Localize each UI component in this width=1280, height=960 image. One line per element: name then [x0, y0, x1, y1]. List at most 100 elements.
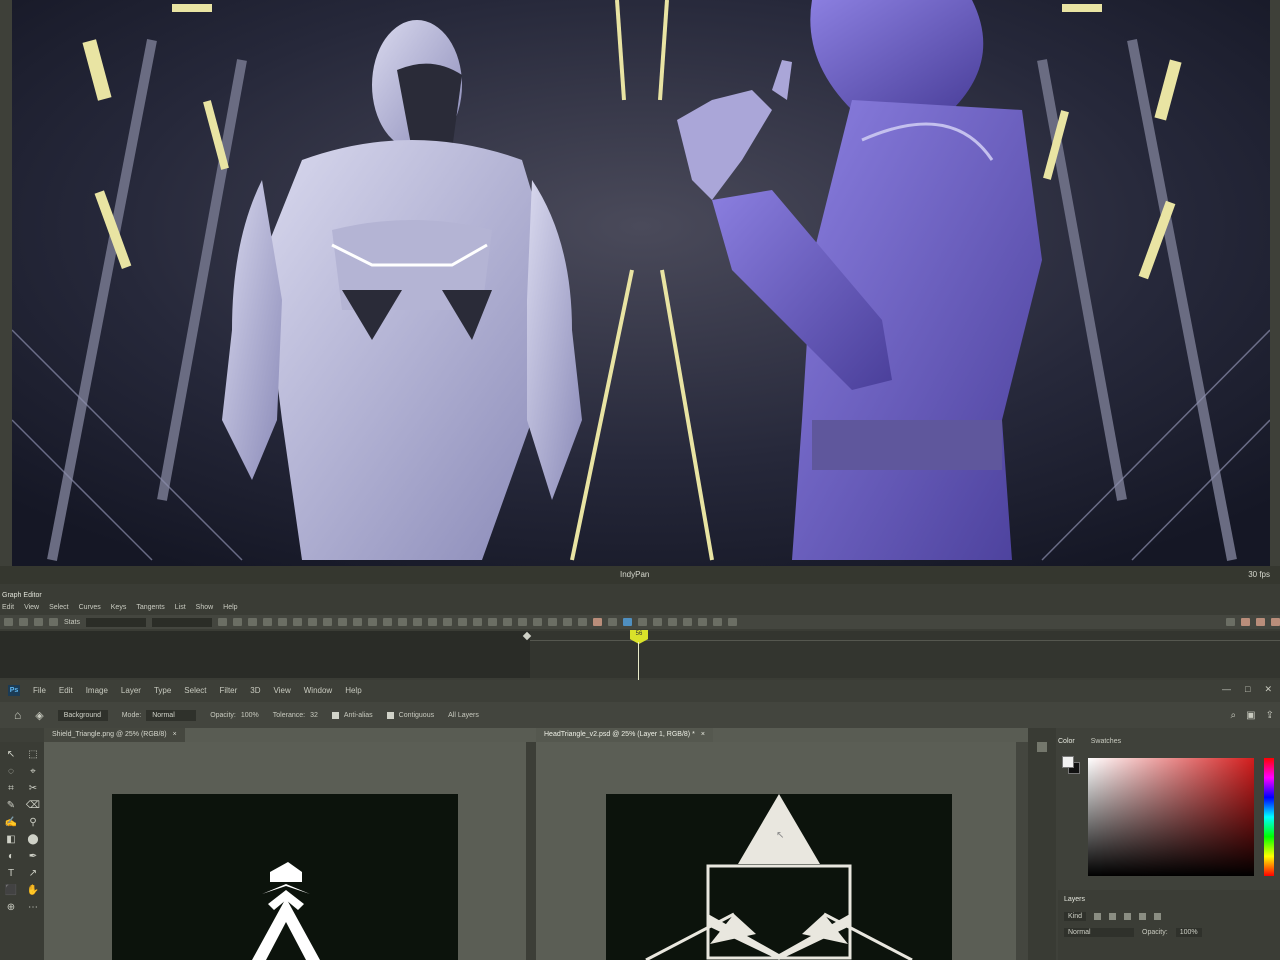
dope-sheet-icon[interactable] — [592, 618, 602, 626]
ps-menu-3d[interactable]: 3D — [250, 686, 260, 695]
antialias-checkbox[interactable] — [331, 711, 339, 719]
resample-icon[interactable] — [727, 618, 737, 626]
buffer-curve-icon[interactable] — [442, 618, 452, 626]
eyedropper-tool-icon[interactable]: ✎ — [0, 797, 22, 814]
ps-menu-type[interactable]: Type — [154, 686, 171, 695]
menu-tangents[interactable]: Tangents — [136, 604, 164, 611]
bucket-tool-icon[interactable]: ◈ — [35, 709, 43, 722]
filter-adjust-icon[interactable] — [1109, 913, 1117, 920]
curve-filter-icon[interactable] — [697, 618, 707, 626]
center-icon[interactable] — [262, 618, 272, 626]
search-icon[interactable]: ⌕ — [1231, 710, 1237, 721]
stats-field-value[interactable] — [151, 617, 212, 627]
type-tool-icon[interactable]: T — [0, 865, 22, 882]
options-orange-icon[interactable] — [1271, 618, 1280, 626]
close-tab-icon[interactable]: × — [173, 731, 177, 738]
workspace-icon[interactable]: ▣ — [1246, 710, 1255, 721]
free-weight-icon[interactable] — [412, 618, 422, 626]
time-editor-icon[interactable] — [622, 618, 632, 626]
share-icon[interactable]: ⇪ — [1266, 710, 1274, 721]
sync-icon[interactable] — [667, 618, 677, 626]
pin-icon[interactable] — [1226, 618, 1235, 626]
opacity-value[interactable]: 100% — [241, 712, 259, 719]
home-icon[interactable]: ⌂ — [14, 708, 21, 722]
unify-tangent-icon[interactable] — [397, 618, 407, 626]
foreground-color-swatch[interactable] — [1062, 756, 1074, 768]
ps-menu-file[interactable]: File — [33, 686, 46, 695]
menu-list[interactable]: List — [175, 604, 186, 611]
blur-tool-icon[interactable]: ⬤ — [22, 831, 44, 848]
layer-opacity-value[interactable]: 100% — [1175, 928, 1202, 937]
close-button[interactable]: ✕ — [1264, 684, 1272, 695]
minimize-button[interactable]: — — [1222, 684, 1231, 695]
menu-keys[interactable]: Keys — [111, 604, 127, 611]
plateau-tangent-icon[interactable] — [367, 618, 377, 626]
spline-tangent-icon[interactable] — [292, 618, 302, 626]
color-picker-field[interactable] — [1088, 758, 1254, 876]
ps-menu-image[interactable]: Image — [86, 686, 108, 695]
snap-value-icon[interactable] — [487, 618, 497, 626]
lattice-icon[interactable] — [34, 618, 43, 626]
doc-view-shield[interactable] — [44, 742, 526, 960]
trax-icon[interactable] — [607, 618, 617, 626]
maximize-button[interactable]: □ — [1245, 684, 1250, 695]
doc-scrollbar[interactable] — [1016, 742, 1028, 960]
key-ticks-icon[interactable] — [637, 618, 647, 626]
filter-pixel-icon[interactable] — [1094, 913, 1102, 920]
frame-playback-icon[interactable] — [247, 618, 257, 626]
menu-help[interactable]: Help — [223, 604, 237, 611]
euler-filter-icon[interactable] — [712, 618, 722, 626]
canvas-headtriangle[interactable]: ↖ — [606, 794, 952, 960]
normalize-icon[interactable] — [502, 618, 512, 626]
move-tool-icon[interactable]: ↖ — [0, 746, 22, 763]
shape-tool-icon[interactable]: ⬛ — [0, 882, 22, 899]
doc-tab-shield[interactable]: Shield_Triangle.png @ 25% (RGB/8) × — [44, 728, 185, 742]
isolate-icon[interactable] — [682, 618, 692, 626]
gradient-tool-icon[interactable]: ◧ — [0, 831, 22, 848]
frame-all-icon[interactable] — [217, 618, 227, 626]
menu-view[interactable]: View — [24, 604, 39, 611]
path-select-tool-icon[interactable]: ↗ — [22, 865, 44, 882]
break-tangent-icon[interactable] — [382, 618, 392, 626]
crop-tool-icon[interactable]: ⌗ — [0, 780, 22, 797]
retime-icon[interactable] — [652, 618, 662, 626]
clamped-tangent-icon[interactable] — [307, 618, 317, 626]
ps-menu-edit[interactable]: Edit — [59, 686, 73, 695]
ps-menu-window[interactable]: Window — [304, 686, 332, 695]
filter-type-icon[interactable] — [1124, 913, 1132, 920]
layout-orange-icon[interactable] — [1256, 618, 1265, 626]
quick-select-tool-icon[interactable]: ⌖ — [22, 763, 44, 780]
linear-tangent-icon[interactable] — [322, 618, 332, 626]
brush-tool-icon[interactable]: ✍ — [0, 814, 22, 831]
ps-menu-filter[interactable]: Filter — [220, 686, 238, 695]
doc-split-divider[interactable] — [526, 742, 536, 960]
more-tools-icon[interactable]: ⋯ — [22, 899, 44, 916]
marquee-tool-icon[interactable]: ⬚ — [22, 746, 44, 763]
settings-orange-icon[interactable] — [1241, 618, 1250, 626]
flat-tangent-icon[interactable] — [337, 618, 347, 626]
history-panel-icon[interactable] — [1037, 742, 1047, 752]
canvas-shield[interactable] — [112, 794, 458, 960]
hue-slider[interactable] — [1264, 758, 1274, 876]
filter-shape-icon[interactable] — [1139, 913, 1147, 920]
doc-view-headtriangle[interactable]: ↖ — [536, 742, 1016, 960]
step-tangent-icon[interactable] — [352, 618, 362, 626]
ps-menu-help[interactable]: Help — [345, 686, 361, 695]
pen-tool-icon[interactable]: ✒ — [22, 848, 44, 865]
ps-menu-layer[interactable]: Layer — [121, 686, 141, 695]
eraser-tool-icon[interactable]: ⌫ — [22, 797, 44, 814]
auto-tangent-icon[interactable] — [277, 618, 287, 626]
snap-time-icon[interactable] — [472, 618, 482, 626]
stamp-tool-icon[interactable]: ⚲ — [22, 814, 44, 831]
zoom-tool-icon[interactable]: ⊕ — [0, 899, 22, 916]
blend-mode-dropdown[interactable]: Normal — [1064, 928, 1134, 937]
denormalize-icon[interactable] — [517, 618, 527, 626]
contiguous-checkbox[interactable] — [386, 711, 394, 719]
close-tab-icon[interactable]: × — [701, 731, 705, 738]
tab-swatches[interactable]: Swatches — [1091, 738, 1121, 745]
menu-curves[interactable]: Curves — [79, 604, 101, 611]
lasso-tool-icon[interactable]: ◌ — [0, 763, 22, 780]
move-key-icon[interactable] — [4, 618, 13, 626]
ps-menu-view[interactable]: View — [274, 686, 291, 695]
menu-edit[interactable]: Edit — [2, 604, 14, 611]
